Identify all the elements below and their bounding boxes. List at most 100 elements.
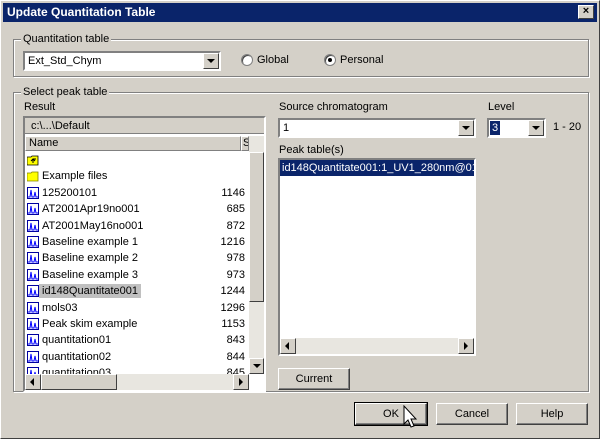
file-rows: Example files 125200101 1146 AT2001Apr19… [25,152,249,374]
item-size: 1146 [221,186,245,199]
item-size: 845 [226,367,245,374]
item-size: 1153 [221,318,245,330]
item-name: 125200101 [42,186,98,199]
item-size: 1244 [220,285,245,298]
item-size: 872 [226,219,245,232]
scroll-right-icon[interactable] [233,374,249,390]
peak-table-item-selected[interactable]: id148Quantitate001:1_UV1_280nm@01,P [280,160,474,176]
chromatogram-icon [27,252,39,265]
chromatogram-icon [27,285,39,298]
level-range: 1 - 20 [553,121,582,133]
item-size: 978 [226,252,245,265]
item-size: 1216 [220,236,245,248]
list-item[interactable]: Baseline example 3 973 [25,267,249,283]
result-horizontal-scrollbar[interactable] [25,374,249,390]
list-item[interactable]: quantitation03 845 [25,365,249,374]
chromatogram-icon [27,219,39,232]
result-label: Result [24,101,56,113]
item-name: Example files [42,170,108,183]
item-size: 843 [226,334,245,347]
item-name: quantitation01 [42,334,112,347]
peak-tables-horizontal-scrollbar[interactable] [280,338,474,354]
list-item[interactable]: 125200101 1146 [25,185,249,201]
scroll-left-icon[interactable] [280,338,296,354]
path-text: c:\...\Default [31,120,90,132]
quantitation-table-value: Ext_Std_Chym [28,55,102,67]
item-name: AT2001Apr19no001 [42,203,140,216]
list-item[interactable]: AT2001May16no001 872 [25,218,249,234]
item-name: Baseline example 2 [42,252,139,265]
item-size: 844 [226,350,245,363]
list-item[interactable]: Baseline example 1 1216 [25,234,249,250]
result-vertical-scrollbar[interactable] [249,136,264,374]
item-name: quantitation02 [42,350,112,363]
list-item[interactable]: Peak skim example 1153 [25,316,249,332]
chromatogram-icon [27,301,39,314]
select-peak-table-label: Select peak table [21,86,110,98]
item-name: quantitation03 [42,367,112,374]
list-item[interactable]: Baseline example 2 978 [25,250,249,266]
close-icon[interactable]: × [578,5,594,19]
personal-radio-label[interactable]: Personal [340,54,383,67]
chromatogram-icon [27,367,39,374]
column-header-size[interactable]: S [241,136,249,151]
list-item-selected[interactable]: id148Quantitate001 1244 [25,283,249,299]
column-header-name[interactable]: Name [25,136,241,151]
chromatogram-icon [27,334,39,347]
item-name: Peak skim example [42,318,138,330]
chromatogram-icon [27,203,39,216]
list-item[interactable]: quantitation02 844 [25,349,249,365]
quantitation-table-combo[interactable]: Ext_Std_Chym [23,51,221,71]
item-size: 1296 [220,301,245,314]
chevron-down-icon[interactable] [458,120,474,136]
chevron-down-icon[interactable] [528,120,544,136]
chevron-down-icon[interactable] [203,53,219,69]
quantitation-table-label: Quantitation table [21,33,112,45]
level-combo[interactable]: 3 [487,118,546,138]
level-label: Level [488,101,515,113]
item-name: mols03 [42,301,78,314]
chromatogram-icon [27,350,39,363]
scroll-right-icon[interactable] [458,338,474,354]
list-item[interactable]: quantitation01 843 [25,332,249,348]
mouse-pointer-icon [403,405,418,428]
scroll-down-icon[interactable] [249,358,264,374]
peak-table-name: id148Quantitate001:1_UV1_280nm@01,P [282,162,474,174]
path-bar: c:\...\Default [25,118,264,134]
window-title: Update Quantitation Table [7,5,156,19]
item-name: Baseline example 3 [42,268,139,281]
source-chromatogram-label: Source chromatogram [279,101,388,113]
result-list[interactable]: c:\...\Default Name S Example files [23,116,266,392]
hscroll-thumb[interactable] [41,374,117,390]
scroll-thumb[interactable] [249,152,264,302]
list-item[interactable]: mols03 1296 [25,300,249,316]
folder-icon [27,171,39,182]
folder-up-icon [27,155,39,166]
global-radio-label[interactable]: Global [257,54,289,67]
chromatogram-icon [27,236,39,248]
level-value: 3 [488,120,502,136]
source-chromatogram-value: 1 [283,122,290,134]
global-radio[interactable] [241,54,253,66]
item-size: 973 [226,268,245,281]
scroll-left-icon[interactable] [25,374,41,390]
item-size: 685 [226,203,245,216]
source-chromatogram-combo[interactable]: 1 [278,118,476,138]
list-item[interactable] [25,152,249,168]
item-name: id148Quantitate001 [39,284,142,299]
chromatogram-icon [27,318,39,330]
peak-tables-label: Peak table(s) [279,144,344,156]
chromatogram-icon [27,268,39,281]
list-item[interactable]: AT2001Apr19no001 685 [25,201,249,217]
help-button[interactable]: Help [516,403,588,425]
list-item[interactable]: Example files [25,168,249,184]
current-button[interactable]: Current [278,368,350,390]
dialog-window: Update Quantitation Table × Quantitation… [0,0,600,439]
item-name: AT2001May16no001 [42,219,144,232]
title-bar[interactable]: Update Quantitation Table × [3,3,597,22]
chromatogram-icon [27,186,39,199]
personal-radio[interactable] [324,54,336,66]
item-name: Baseline example 1 [42,236,139,248]
cancel-button[interactable]: Cancel [436,403,508,425]
peak-tables-list[interactable]: id148Quantitate001:1_UV1_280nm@01,P [278,158,476,356]
